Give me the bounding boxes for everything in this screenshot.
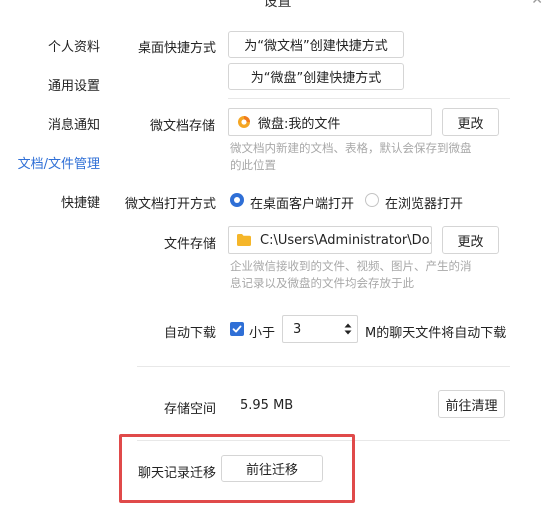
- doc-storage-field: 微盘:我的文件: [228, 108, 432, 136]
- auto-download-checkbox[interactable]: [230, 322, 244, 336]
- less-than-label: 小于: [249, 326, 276, 341]
- auto-download-suffix: M的聊天文件将自动下载: [365, 326, 507, 341]
- desktop-shortcut-label: 桌面快捷方式: [138, 41, 217, 56]
- sidebar-item-notifications[interactable]: 消息通知: [48, 114, 100, 133]
- doc-storage-label: 微文档存储: [150, 119, 216, 134]
- storage-space-value: 5.95 MB: [240, 398, 294, 413]
- doc-storage-hint-1: 微文档内新建的文档、表格，默认会保存到微盘: [230, 141, 472, 155]
- open-browser-option-label[interactable]: 在浏览器打开: [385, 193, 463, 212]
- disk-icon: [238, 116, 250, 128]
- sidebar-item-doc-file-management[interactable]: 文档/文件管理: [18, 153, 100, 172]
- file-storage-change-button[interactable]: 更改: [442, 226, 499, 254]
- open-desktop-radio[interactable]: [230, 193, 244, 207]
- divider: [137, 366, 510, 367]
- divider: [228, 98, 510, 99]
- check-icon: [232, 325, 242, 333]
- close-icon[interactable]: ✕: [531, 0, 543, 8]
- chat-migration-label: 聊天记录迁移: [138, 466, 217, 481]
- doc-storage-value: 微盘:我的文件: [258, 116, 341, 132]
- sidebar-item-shortcuts[interactable]: 快捷键: [61, 192, 100, 211]
- open-desktop-option-label[interactable]: 在桌面客户端打开: [250, 193, 354, 212]
- create-doc-shortcut-button[interactable]: 为“微文档”创建快捷方式: [228, 31, 404, 58]
- go-migrate-button[interactable]: 前往迁移: [221, 455, 323, 482]
- auto-download-label: 自动下载: [164, 326, 217, 341]
- size-limit-stepper[interactable]: 3: [282, 315, 358, 343]
- file-storage-hint-2: 息记录以及微盘的文件均会存放于此: [230, 276, 414, 290]
- storage-space-label: 存储空间: [164, 402, 217, 417]
- create-disk-shortcut-button[interactable]: 为“微盘”创建快捷方式: [228, 63, 404, 90]
- file-storage-hint-1: 企业微信接收到的文件、视频、图片、产生的消: [230, 259, 472, 273]
- stepper-arrows-icon[interactable]: [344, 321, 352, 337]
- doc-open-label: 微文档打开方式: [125, 197, 217, 212]
- file-storage-label: 文件存储: [164, 237, 217, 252]
- sidebar-item-profile[interactable]: 个人资料: [48, 36, 100, 55]
- size-limit-value[interactable]: 3: [293, 322, 301, 337]
- doc-storage-hint-2: 的此位置: [230, 158, 276, 172]
- sidebar: 个人资料 通用设置 消息通知 文档/文件管理 快捷键: [0, 0, 110, 515]
- file-storage-field: C:\Users\Administrator\Do...: [228, 226, 432, 254]
- file-storage-value: C:\Users\Administrator\Do...: [260, 232, 432, 248]
- go-clean-button[interactable]: 前往清理: [438, 390, 505, 418]
- doc-storage-change-button[interactable]: 更改: [442, 108, 499, 136]
- sidebar-item-general[interactable]: 通用设置: [48, 75, 100, 94]
- open-browser-radio[interactable]: [365, 193, 379, 207]
- folder-icon: [237, 234, 251, 246]
